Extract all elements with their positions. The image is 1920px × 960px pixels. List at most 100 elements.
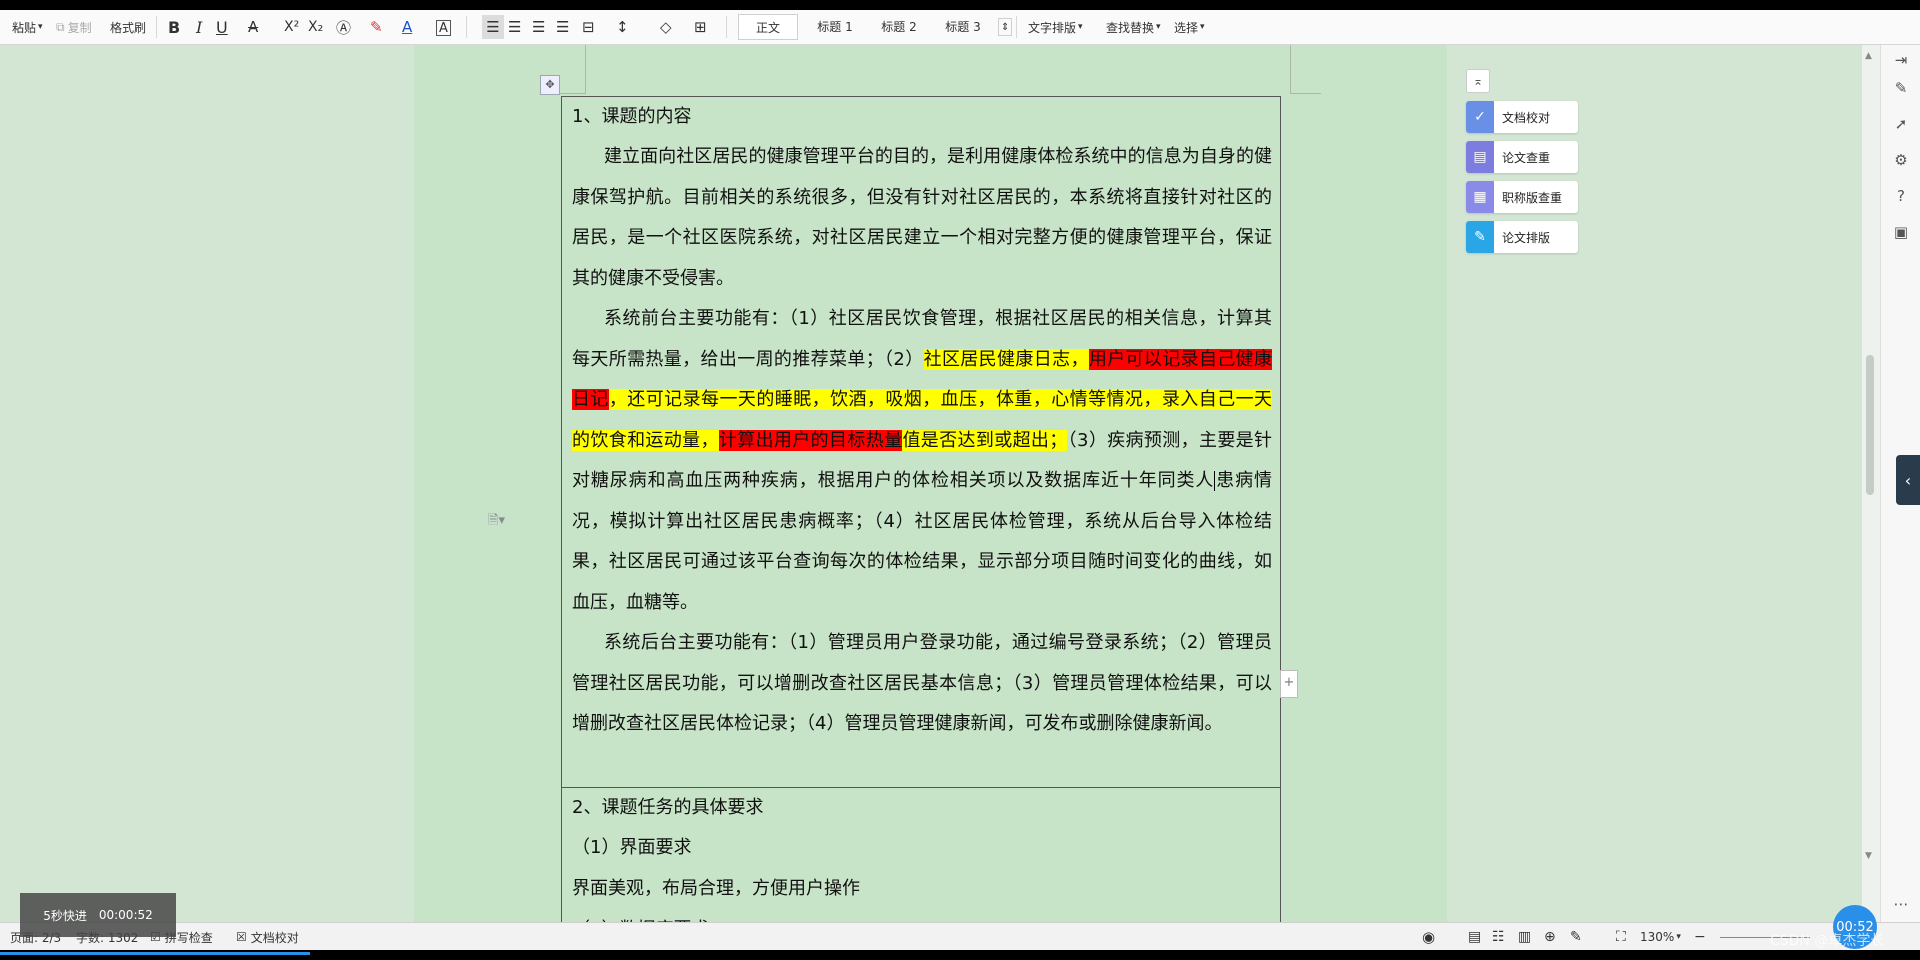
pointer-icon[interactable]: ➚	[1891, 115, 1911, 135]
copy-icon: ⧉	[56, 19, 65, 34]
add-column-icon[interactable]: +	[1280, 670, 1298, 698]
align-center-icon: ☰	[508, 18, 522, 36]
line-spacing-icon: ↕	[616, 18, 629, 36]
section-1-title: 1、课题的内容	[572, 106, 692, 127]
select-button[interactable]: 选择 ▾	[1174, 10, 1205, 44]
scrollbar-thumb[interactable]	[1866, 355, 1874, 495]
archive-icon[interactable]: ▣	[1891, 223, 1911, 243]
paste-label: 粘贴	[12, 20, 37, 35]
format-painter-label: 格式刷	[110, 20, 147, 35]
divider	[726, 16, 727, 38]
copy-label: 复制	[67, 20, 92, 35]
playback-time: 00:00:52	[98, 908, 153, 922]
title-check-icon: ▦	[1466, 181, 1494, 213]
paragraph-1: 建立面向社区居民的健康管理平台的目的，是利用健康体检系统中的信息为自身的健康保驾…	[572, 146, 1272, 289]
video-overlay: 5秒快进 00:00:52	[20, 893, 176, 937]
chevron-down-icon: ▾	[38, 22, 43, 32]
document-workspace: ✥ 🗎▾ 1、课题的内容 建立面向社区居民的健康管理平台的目的，是利用健康体检系…	[0, 45, 1920, 922]
paper-layout-icon: ✎	[1466, 221, 1494, 253]
format-painter-button[interactable]: 格式刷	[110, 10, 146, 44]
line-spacing-button[interactable]: ↕	[616, 10, 629, 44]
title-check-button[interactable]: ▦ 职称版查重	[1466, 181, 1578, 213]
collapse-panel-icon[interactable]: ⌅	[1466, 69, 1490, 93]
align-center-button[interactable]: ☰	[508, 10, 521, 44]
underline-button[interactable]: U	[216, 10, 228, 44]
p2-highlight-yellow: 值是否达到或超出；	[902, 429, 1068, 451]
justify-icon: ☰	[556, 18, 570, 36]
edit-icon[interactable]: ✎	[1891, 79, 1911, 99]
divider	[1016, 16, 1017, 38]
page-view-icon[interactable]: ▤	[1468, 923, 1481, 951]
expand-panel-icon[interactable]: ‹	[1896, 455, 1920, 505]
text-effect-button[interactable]: Ⓐ	[336, 10, 351, 44]
chevron-down-icon: ▾	[1078, 22, 1083, 32]
zoom-out-icon[interactable]: −	[1694, 923, 1706, 951]
subscript-button[interactable]: X₂	[308, 10, 323, 44]
web-view-icon[interactable]: ⊕	[1544, 923, 1556, 951]
proofread-icon: ✓	[1466, 101, 1494, 133]
chevron-down-icon: ▾	[1676, 932, 1681, 942]
style-heading-2-label: 标题 2	[881, 19, 917, 34]
screen-bottom-bar	[0, 950, 1920, 960]
scroll-down-icon[interactable]: ▼	[1865, 851, 1872, 861]
proofread-button[interactable]: ✓ 文档校对	[1466, 101, 1578, 133]
more-icon[interactable]: ⋯	[1891, 895, 1911, 915]
char-border-button[interactable]: A	[436, 20, 451, 36]
p2-highlight-red: 计算出用户的目标热量	[718, 429, 903, 451]
style-heading-2[interactable]: 标题 2	[870, 14, 928, 38]
distribute-icon: ⊟	[582, 18, 595, 36]
fit-page-icon[interactable]: ⛶	[1616, 923, 1626, 951]
find-replace-label: 查找替换	[1106, 20, 1155, 35]
skip-forward-button[interactable]: 5秒快进	[43, 907, 87, 924]
find-replace-button[interactable]: 查找替换 ▾	[1106, 10, 1161, 44]
align-right-button[interactable]: ☰	[532, 10, 545, 44]
justify-button[interactable]: ☰	[556, 10, 569, 44]
strikethrough-button[interactable]: A	[248, 10, 258, 44]
outline-view-icon[interactable]: ☷	[1492, 923, 1505, 951]
table-move-handle-icon[interactable]: ✥	[540, 75, 560, 95]
paste-button[interactable]: 粘贴 ▾	[12, 10, 43, 44]
bold-button[interactable]: B	[168, 10, 180, 44]
text-layout-button[interactable]: 文字排版 ▾	[1028, 10, 1083, 44]
section-2-title: 2、课题任务的具体要求	[572, 797, 764, 818]
table-cell-content[interactable]: 1、课题的内容 建立面向社区居民的健康管理平台的目的，是利用健康体检系统中的信息…	[562, 97, 1280, 788]
style-heading-1[interactable]: 标题 1	[806, 14, 864, 38]
chevron-down-icon: ▾	[1200, 22, 1205, 32]
paper-check-button[interactable]: ▤ 论文查重	[1466, 141, 1578, 173]
vertical-scrollbar[interactable]: ▲ ▼	[1862, 45, 1880, 922]
font-color-button[interactable]: A	[402, 10, 412, 44]
divider	[466, 16, 467, 38]
align-left-button[interactable]: ☰	[482, 15, 504, 39]
style-heading-3[interactable]: 标题 3	[934, 14, 992, 38]
shading-button[interactable]: ◇	[660, 10, 672, 44]
proof-icon: ☒	[236, 930, 247, 944]
draw-icon[interactable]: ✎	[1570, 923, 1582, 951]
reading-view-icon[interactable]: ▥	[1518, 923, 1531, 951]
superscript-button[interactable]: X²	[284, 10, 299, 44]
video-progress-bar	[0, 952, 310, 955]
eye-protection-icon[interactable]: ◉	[1422, 923, 1435, 951]
styles-expand-button[interactable]: ⇕	[998, 18, 1013, 36]
table-cell-requirements[interactable]: 2、课题任务的具体要求 （1）界面要求 界面美观，布局合理，方便用户操作 （2）…	[562, 788, 1280, 922]
italic-button[interactable]: I	[196, 10, 202, 44]
style-normal[interactable]: 正文	[738, 14, 798, 40]
style-heading-1-label: 标题 1	[817, 19, 853, 34]
paragraph-menu-icon[interactable]: 🗎▾	[488, 511, 505, 533]
align-right-icon: ☰	[532, 18, 546, 36]
title-check-label: 职称版查重	[1502, 190, 1563, 205]
copy-button[interactable]: ⧉ 复制	[56, 10, 92, 44]
scroll-up-icon[interactable]: ▲	[1865, 51, 1872, 61]
paper-layout-button[interactable]: ✎ 论文排版	[1466, 221, 1578, 253]
zoom-level[interactable]: 130% ▾	[1640, 923, 1681, 951]
borders-button[interactable]: ⊞	[694, 10, 707, 44]
distribute-button[interactable]: ⊟	[582, 10, 595, 44]
doc-proof-button[interactable]: ☒ 文档校对	[236, 923, 299, 951]
settings-icon[interactable]: ⚙	[1891, 151, 1911, 171]
zoom-level-value: 130%	[1640, 930, 1675, 944]
highlight-color-button[interactable]: ✎	[370, 10, 383, 44]
doc-proof-label: 文档校对	[250, 930, 299, 945]
content-table: 1、课题的内容 建立面向社区居民的健康管理平台的目的，是利用健康体检系统中的信息…	[561, 96, 1281, 922]
help-icon[interactable]: ?	[1891, 187, 1911, 207]
pin-icon[interactable]: ⇥	[1891, 51, 1911, 71]
watermark: CSDN @卓杰学长	[1770, 933, 1885, 949]
